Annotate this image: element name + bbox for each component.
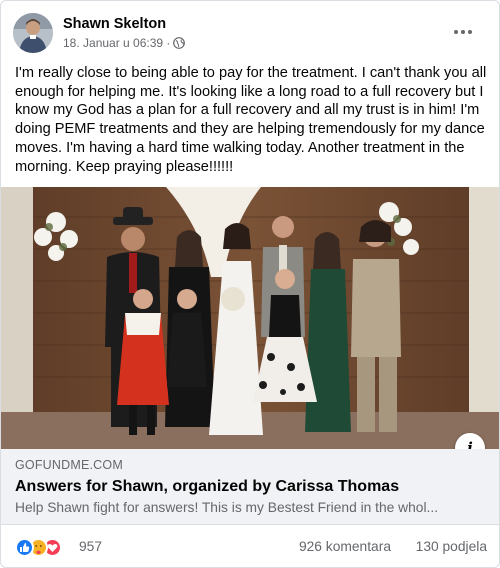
link-title[interactable]: Answers for Shawn, organized by Carissa …	[15, 478, 399, 496]
ellipsis-icon[interactable]	[451, 23, 475, 41]
avatar[interactable]	[13, 13, 53, 53]
reaction-icons[interactable]	[15, 537, 62, 557]
post-footer: 957 926 komentara 130 podjela	[15, 535, 487, 559]
link-description: Help Shawn fight for answers! This is my…	[15, 500, 439, 515]
post-card: Shawn Skelton 18. Januar u 06:39 · I'm r…	[0, 0, 500, 568]
post-photo[interactable]	[1, 187, 499, 449]
post-header: Shawn Skelton 18. Januar u 06:39 ·	[13, 13, 489, 57]
like-icon	[15, 537, 34, 557]
post-meta: 18. Januar u 06:39 ·	[63, 36, 186, 50]
link-preview[interactable]: GOFUNDME.COM Answers for Shawn, organize…	[1, 449, 499, 525]
comments-count[interactable]: 926 komentara	[299, 539, 391, 554]
link-domain: GOFUNDME.COM	[15, 458, 123, 472]
reaction-count[interactable]: 957	[79, 539, 102, 554]
globe-icon	[173, 37, 186, 49]
author-name[interactable]: Shawn Skelton	[63, 16, 166, 32]
post-timestamp[interactable]: 18. Januar u 06:39 ·	[63, 36, 170, 50]
shares-count[interactable]: 130 podjela	[416, 539, 487, 554]
post-body: I'm really close to being able to pay fo…	[15, 65, 487, 175]
